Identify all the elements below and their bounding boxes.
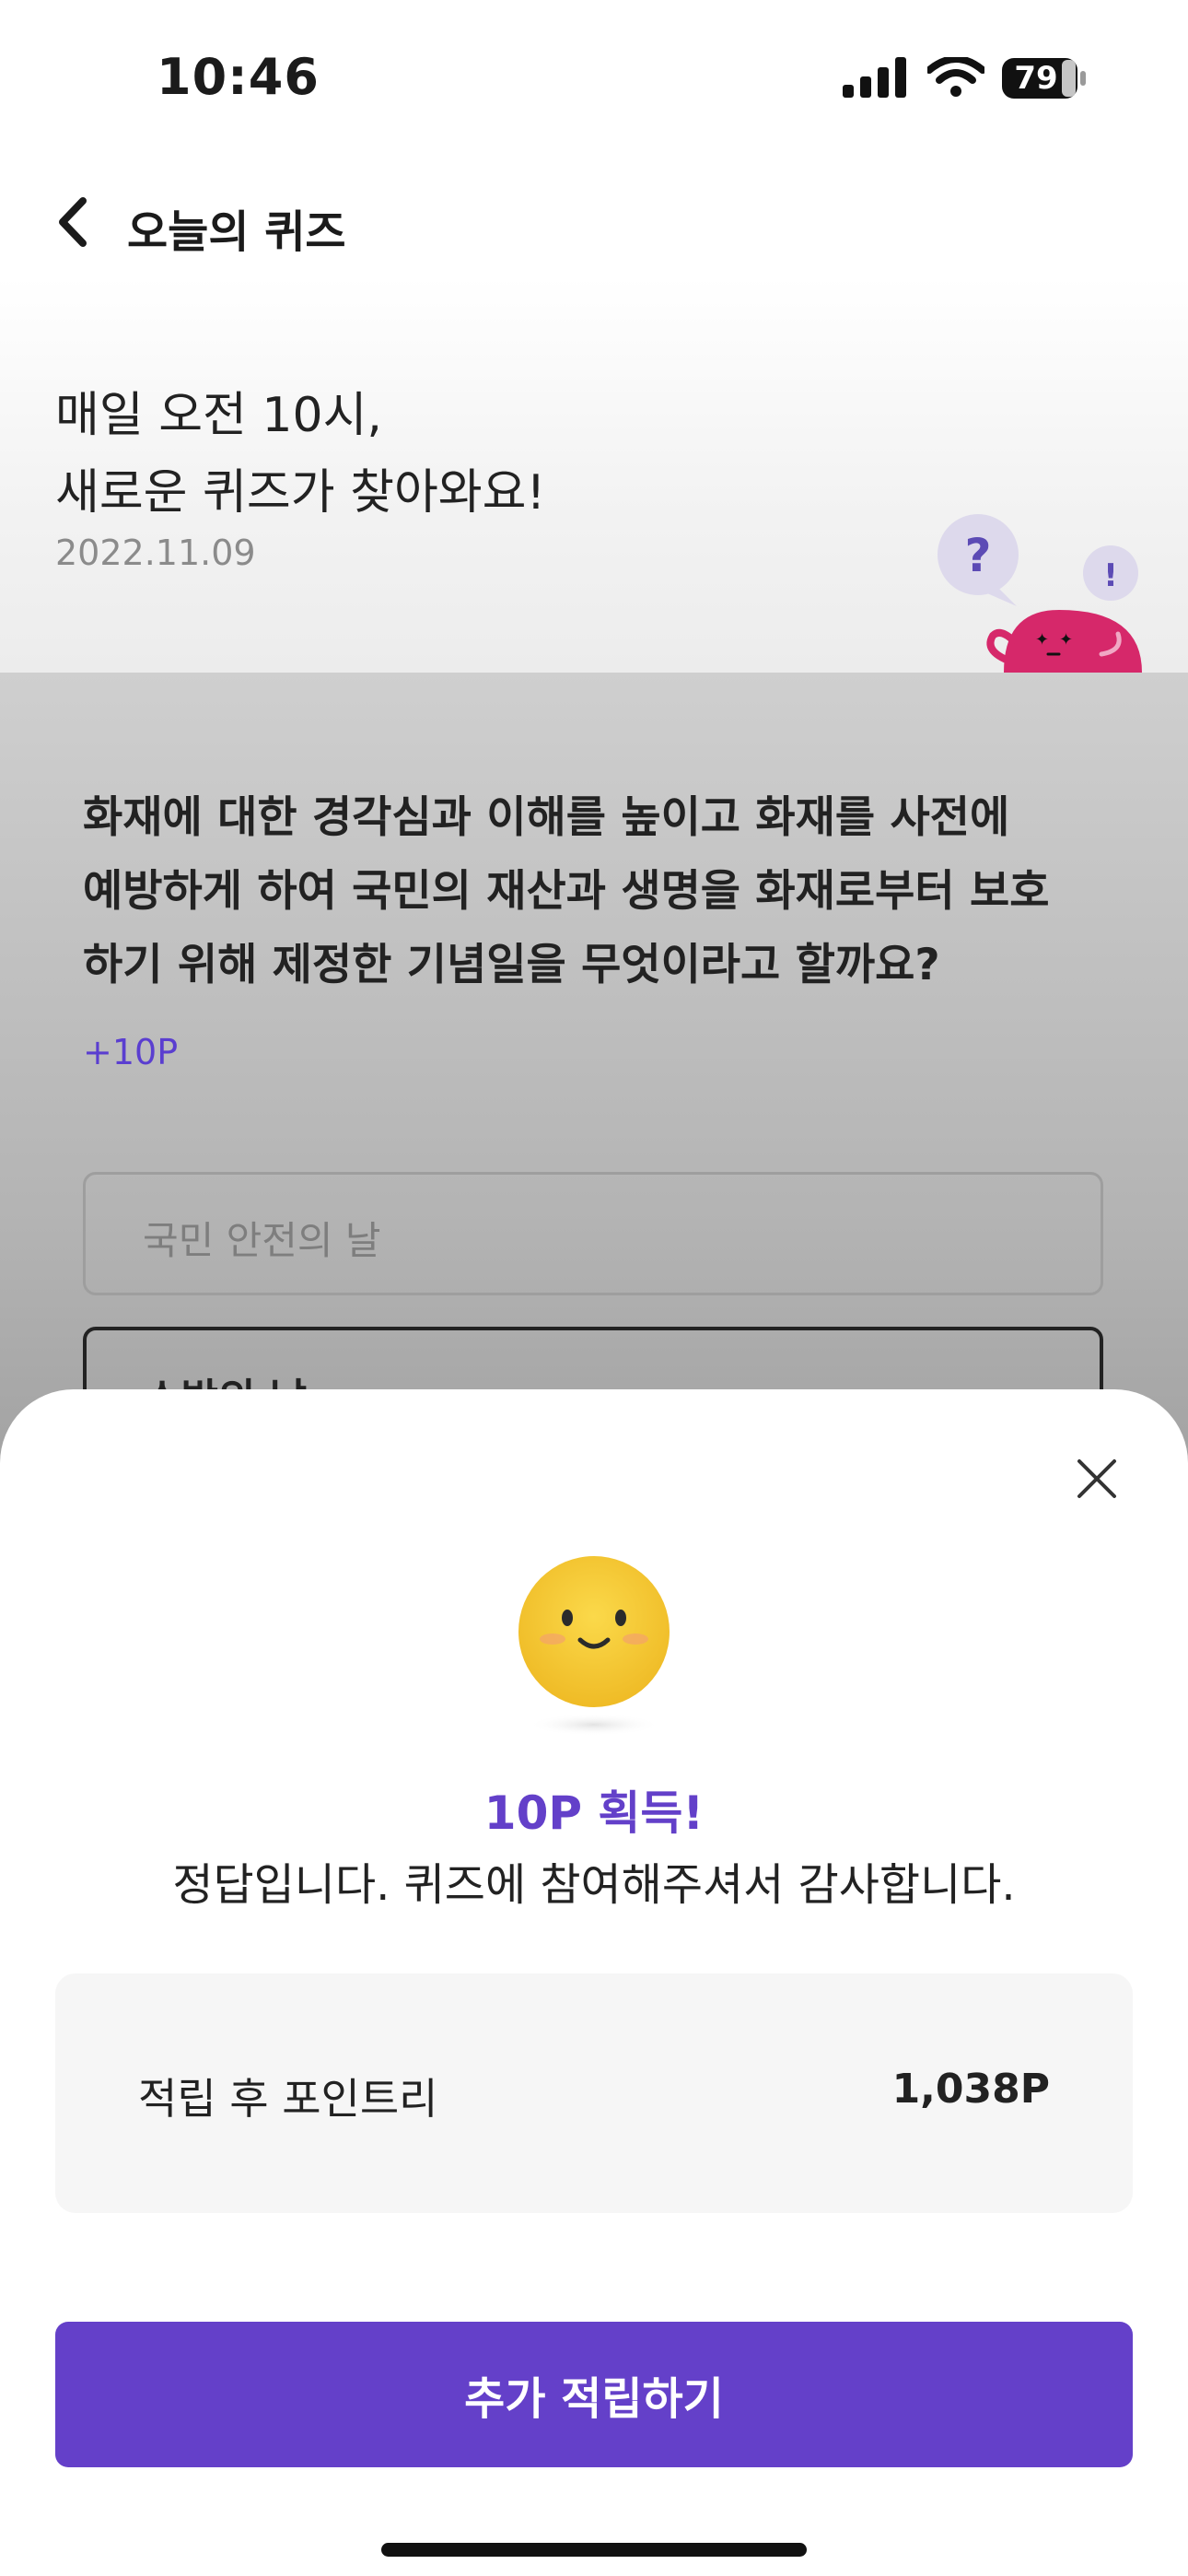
svg-text:✦: ✦	[1035, 630, 1049, 650]
status-time: 10:46	[157, 48, 320, 106]
points-badge: +10P	[83, 1032, 179, 1072]
question-line-2: 예방하게 하여 국민의 재산과 생명을 화재로부터 보호	[83, 866, 1050, 917]
smile-face-icon	[518, 1556, 670, 1736]
result-bottom-sheet: 10P 획득! 정답입니다. 퀴즈에 참여해주셔서 감사합니다. 적립 후 포인…	[0, 1389, 1188, 2576]
status-icons: 79	[843, 57, 1086, 103]
battery-icon: 79	[1001, 57, 1088, 100]
quiz-date: 2022.11.09	[55, 533, 256, 573]
svg-text:✦: ✦	[1059, 630, 1073, 650]
exclamation-mark: !	[1103, 557, 1118, 594]
chevron-left-icon[interactable]	[52, 193, 92, 251]
question-line-3: 하기 위해 제정한 기념일을 무엇이라고 할까요?	[83, 940, 940, 990]
status-bar: 10:46 79	[0, 0, 1188, 138]
battery-level: 79	[1014, 60, 1058, 97]
reward-message: 정답입니다. 퀴즈에 참여해주셔서 감사합니다.	[172, 1859, 1016, 1911]
points-balance-card: 적립 후 포인트리 1,038P	[55, 1973, 1133, 2213]
earn-more-button[interactable]: 추가 적립하기	[55, 2322, 1133, 2467]
reward-title: 10P 획득!	[483, 1786, 705, 1840]
close-icon[interactable]	[1074, 1456, 1120, 1502]
wifi-icon	[927, 57, 984, 97]
question-line-1: 화재에 대한 경각심과 이해를 높이고 화재를 사전에	[83, 792, 1010, 843]
home-indicator	[381, 2543, 807, 2557]
balance-label: 적립 후 포인트리	[138, 2074, 438, 2124]
quiz-hero: 매일 오전 10시, 새로운 퀴즈가 찾아와요! 2022.11.09 ? ! …	[0, 276, 1188, 673]
balance-value: 1,038P	[891, 2066, 1050, 2113]
page-title: 오늘의 퀴즈	[127, 206, 346, 258]
answer-option-1-label: 국민 안전의 날	[143, 1218, 381, 1263]
nav-bar: 오늘의 퀴즈	[0, 175, 1188, 267]
answer-option-1[interactable]: 국민 안전의 날	[83, 1172, 1103, 1295]
mascot-illustration: ? ! ✦ ✦	[938, 514, 1142, 673]
hero-headline-line1: 매일 오전 10시,	[55, 388, 382, 443]
hero-headline-line2: 새로운 퀴즈가 찾아와요!	[55, 465, 546, 521]
question-mark: ?	[964, 529, 991, 582]
signal-icon	[843, 57, 906, 98]
